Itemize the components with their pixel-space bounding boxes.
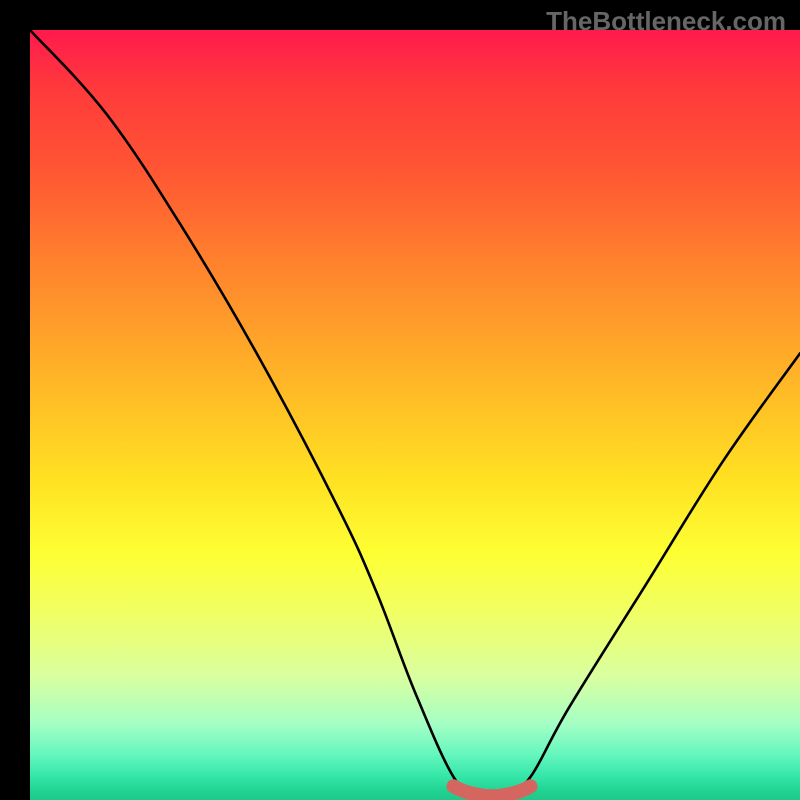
chart-container: TheBottleneck.com — [0, 0, 800, 800]
bottleneck-curve — [30, 30, 800, 794]
watermark-text: TheBottleneck.com — [546, 6, 786, 37]
flat-bottom-highlight — [454, 786, 531, 796]
plot-area — [30, 30, 800, 800]
curve-svg — [30, 30, 800, 800]
